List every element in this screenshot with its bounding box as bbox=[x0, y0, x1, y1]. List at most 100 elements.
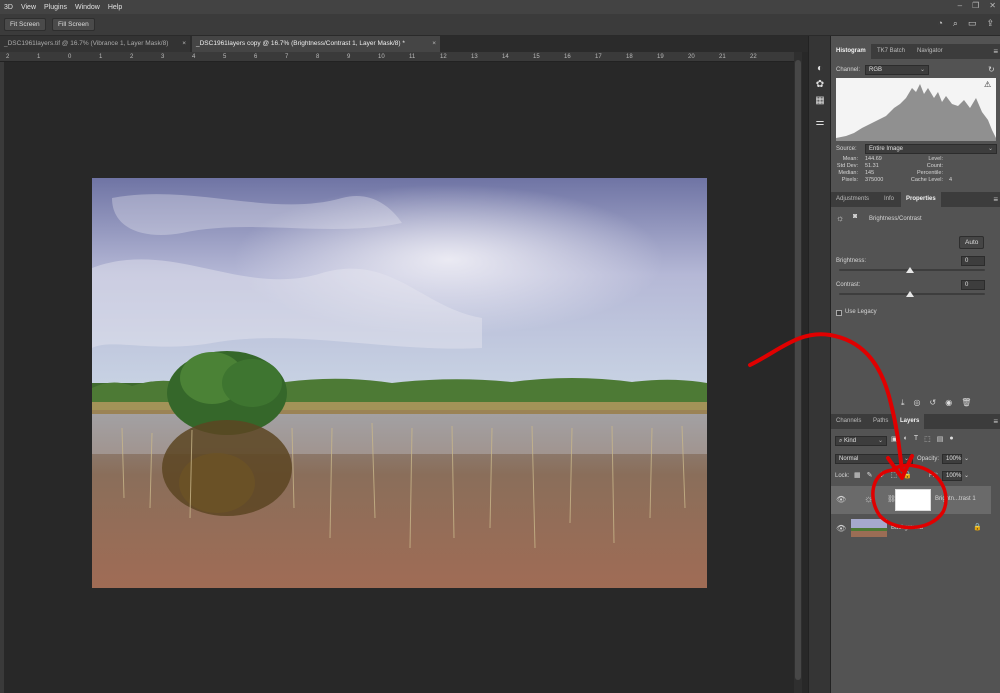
stat-label: Percentile: bbox=[917, 170, 943, 176]
chevron-down-icon: ⌄ bbox=[987, 146, 993, 152]
stat-label: Median: bbox=[838, 170, 858, 176]
tab-brightness-document[interactable]: _DSC1961layers copy @ 16.7% (Brightness/… bbox=[192, 36, 440, 52]
share-icon[interactable]: ⇪ bbox=[986, 18, 994, 29]
opacity-input[interactable]: 100% bbox=[942, 454, 962, 464]
tab-histogram[interactable]: Histogram bbox=[831, 44, 871, 59]
channel-select[interactable]: RGB ⌄ bbox=[865, 65, 929, 75]
restore-icon[interactable]: ❐ bbox=[972, 1, 979, 10]
sliders-icon[interactable]: ⚌ bbox=[813, 116, 827, 130]
menu-window[interactable]: Window bbox=[71, 4, 104, 11]
close-icon[interactable]: ✕ bbox=[989, 1, 996, 10]
account-icon[interactable]: ◔ bbox=[937, 18, 942, 29]
ruler-tick-label: 17 bbox=[595, 54, 602, 60]
chevron-down-icon[interactable]: ⌄ bbox=[964, 455, 969, 462]
tab-tk7-batch[interactable]: TK7 Batch bbox=[872, 44, 910, 59]
use-legacy-checkbox[interactable] bbox=[836, 310, 842, 316]
brightness-contrast-icon: ☼ bbox=[864, 494, 874, 505]
tab-layers[interactable]: Layers bbox=[895, 414, 925, 429]
ruler-tick-label: 2 bbox=[130, 54, 134, 60]
blend-mode-select[interactable]: Normal ⌄ bbox=[835, 454, 913, 464]
smart-object-filter-icon[interactable]: ▤ bbox=[937, 435, 944, 443]
reset-icon[interactable]: ↺ bbox=[930, 398, 937, 408]
chevron-down-icon: ⌄ bbox=[919, 67, 925, 73]
layer-row-brightness-contrast[interactable]: 👁 ☼ ⛓ Brightn...trast 1 bbox=[831, 486, 991, 514]
ruler-tick-label: 10 bbox=[378, 54, 385, 60]
styles-icon[interactable]: ✿ bbox=[813, 78, 827, 92]
contrast-input[interactable]: 0 bbox=[961, 280, 985, 290]
warning-icon[interactable]: ⚠ bbox=[984, 80, 991, 89]
visibility-icon[interactable]: ◉ bbox=[945, 398, 952, 408]
shape-filter-icon[interactable]: ⬚ bbox=[924, 435, 931, 443]
layer-mask-thumbnail[interactable] bbox=[895, 489, 931, 511]
vertical-scrollbar[interactable] bbox=[794, 52, 802, 693]
canvas-area[interactable] bbox=[4, 62, 794, 693]
ruler-tick-label: 14 bbox=[502, 54, 509, 60]
grid-icon[interactable]: ▦ bbox=[813, 94, 827, 108]
close-tab-icon[interactable]: × bbox=[182, 36, 186, 52]
ruler-tick-label: 9 bbox=[347, 54, 351, 60]
type-filter-icon[interactable]: T bbox=[914, 435, 918, 443]
workspace-icon[interactable]: ▭ bbox=[968, 18, 977, 29]
eye-icon[interactable]: 👁 bbox=[836, 495, 846, 504]
ruler-tick-label: 3 bbox=[161, 54, 165, 60]
menu-help[interactable]: Help bbox=[104, 4, 126, 11]
stat-value: 144.69 bbox=[865, 156, 882, 162]
tab-info[interactable]: Info bbox=[879, 192, 899, 207]
chevron-down-icon[interactable]: ⌄ bbox=[964, 472, 969, 479]
lock-image-icon[interactable]: ✎ bbox=[867, 471, 873, 479]
ruler-tick-label: 13 bbox=[471, 54, 478, 60]
menu-view[interactable]: View bbox=[17, 4, 40, 11]
menu-plugins[interactable]: Plugins bbox=[40, 4, 71, 11]
scrollbar-thumb[interactable] bbox=[795, 60, 801, 680]
adjustment-filter-icon[interactable]: ◐ bbox=[904, 435, 908, 443]
source-select[interactable]: Entire Image ⌄ bbox=[865, 144, 997, 154]
clip-icon[interactable]: ⤓ bbox=[901, 398, 905, 408]
panel-menu-icon[interactable]: ≡ bbox=[993, 414, 998, 429]
lock-position-icon[interactable]: ✥ bbox=[879, 471, 885, 479]
auto-button[interactable]: Auto bbox=[959, 236, 985, 249]
tab-navigator[interactable]: Navigator bbox=[912, 44, 948, 59]
panel-menu-icon[interactable]: ≡ bbox=[993, 44, 998, 59]
minimize-icon[interactable]: – bbox=[958, 1, 962, 10]
eye-icon[interactable]: 👁 bbox=[836, 524, 846, 533]
filter-kind-select[interactable]: ⌕ Kind ⌄ bbox=[835, 436, 887, 446]
tab-adjustments[interactable]: Adjustments bbox=[831, 192, 874, 207]
tab-properties[interactable]: Properties bbox=[901, 192, 941, 207]
filter-kind-value: Kind bbox=[844, 438, 857, 444]
ruler-tick-label: 6 bbox=[254, 54, 258, 60]
brightness-slider-thumb[interactable] bbox=[906, 267, 914, 273]
filter-toggle-icon[interactable]: ● bbox=[949, 435, 953, 443]
stat-value: 145 bbox=[865, 170, 875, 176]
horizontal-ruler: 2 1 0 1 2 3 4 5 6 7 8 9 10 11 12 13 14 15 16 17 18 19 20 21 22 bbox=[0, 52, 794, 62]
ruler-tick-label: 12 bbox=[440, 54, 447, 60]
fit-screen-button[interactable]: Fit Screen bbox=[4, 18, 46, 31]
contrast-slider-thumb[interactable] bbox=[906, 291, 914, 297]
ruler-tick-label: 0 bbox=[68, 54, 72, 60]
fill-input[interactable]: 100% bbox=[942, 471, 962, 481]
ruler-tick-label: 16 bbox=[564, 54, 571, 60]
fill-screen-button[interactable]: Fill Screen bbox=[52, 18, 95, 31]
panel-menu-icon[interactable]: ≡ bbox=[993, 192, 998, 207]
layers-tab-row: Channels Paths Layers ≡ bbox=[831, 414, 1000, 429]
adjustments-icon[interactable]: ◐ bbox=[813, 62, 827, 76]
tab-channels[interactable]: Channels bbox=[831, 414, 866, 429]
menu-3d[interactable]: 3D bbox=[0, 4, 17, 11]
close-tab-icon[interactable]: × bbox=[432, 36, 436, 52]
source-label: Source: bbox=[836, 146, 857, 152]
tab-paths[interactable]: Paths bbox=[868, 414, 893, 429]
lock-transparent-icon[interactable]: ▦ bbox=[854, 471, 861, 479]
brightness-input[interactable]: 0 bbox=[961, 256, 985, 266]
stat-label: Pixels: bbox=[841, 177, 858, 183]
view-previous-icon[interactable]: ◎ bbox=[914, 398, 921, 408]
tab-vibrance-document[interactable]: _DSC1961layers.tif @ 16.7% (Vibrance 1, … bbox=[0, 36, 190, 52]
mask-icon[interactable]: ◙ bbox=[853, 213, 857, 220]
lock-artboard-icon[interactable]: ⬚ bbox=[890, 471, 897, 479]
layer-row-background[interactable]: 👁 Background 🔒 bbox=[831, 516, 991, 540]
search-icon[interactable]: ⌕ bbox=[953, 18, 958, 29]
trash-icon[interactable]: 🗑 bbox=[961, 398, 971, 408]
panel-icon-strip: ◐ ✿ ▦ ⚌ bbox=[808, 36, 830, 693]
refresh-icon[interactable]: ↻ bbox=[988, 65, 995, 74]
ruler-tick-label: 1 bbox=[99, 54, 103, 60]
pixel-filter-icon[interactable]: ▣ bbox=[891, 435, 898, 443]
lock-all-icon[interactable]: 🔒 bbox=[903, 471, 912, 479]
